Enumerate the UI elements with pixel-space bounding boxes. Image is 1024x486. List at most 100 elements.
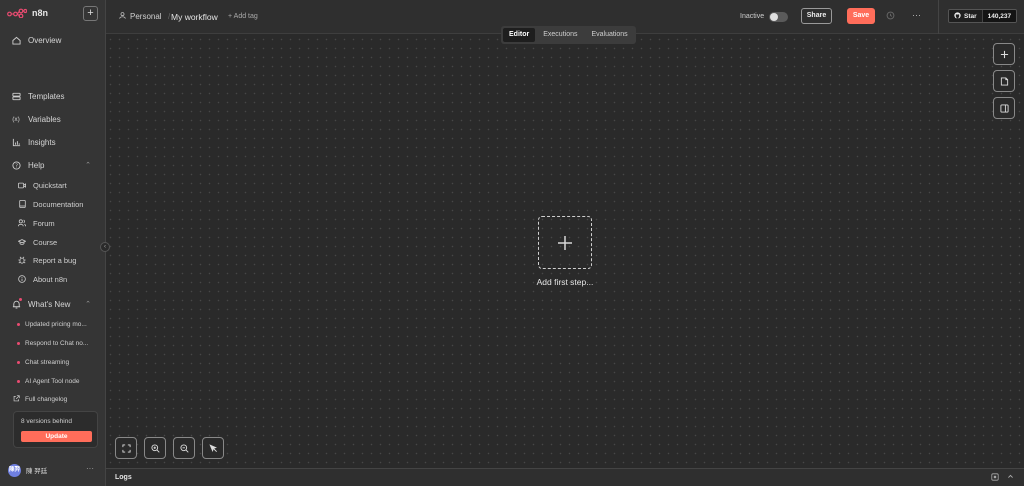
canvas-right-toolbar [993, 43, 1015, 119]
news-item-label: Updated pricing mo... [25, 320, 87, 328]
divider [938, 0, 939, 34]
user-more-icon[interactable]: ··· [86, 464, 94, 473]
help-item-quickstart[interactable]: Quickstart [18, 179, 67, 191]
help-item-label: Report a bug [33, 255, 77, 265]
create-new-button[interactable]: + [83, 6, 98, 21]
help-item-about[interactable]: About n8n [18, 273, 67, 285]
active-toggle[interactable] [769, 12, 788, 22]
add-first-step-label: Add first step... [536, 277, 594, 287]
canvas-bottom-toolbar [115, 437, 224, 459]
sidebar-item-label: Insights [28, 137, 56, 147]
users-icon [18, 219, 26, 227]
news-item[interactable]: Respond to Chat no... [17, 338, 88, 348]
view-tabs: Editor Executions Evaluations [501, 26, 636, 44]
selection-mode-button[interactable] [202, 437, 224, 459]
sidebar-item-label: Overview [28, 35, 62, 45]
avatar: 陳羿 [8, 463, 21, 477]
tab-executions[interactable]: Executions [537, 28, 583, 42]
bug-icon [18, 256, 26, 264]
sidebar-item-whats-new[interactable]: What's New ⌃ [11, 298, 91, 310]
logs-actions [991, 473, 1014, 483]
popout-icon[interactable] [991, 473, 999, 483]
graduation-cap-icon [18, 238, 26, 246]
zoom-out-icon [179, 443, 189, 453]
sidebar: n8n + Overview Templates (x) Variables I… [0, 0, 106, 486]
tab-evaluations[interactable]: Evaluations [585, 28, 633, 42]
add-node-button[interactable] [993, 43, 1015, 65]
sidebar-item-help[interactable]: ? Help ⌃ [11, 159, 91, 171]
workflow-name[interactable]: My workflow [171, 12, 218, 22]
help-item-documentation[interactable]: Documentation [18, 198, 83, 210]
n8n-logo-icon [7, 8, 27, 18]
update-button[interactable]: Update [21, 431, 92, 442]
svg-text:?: ? [15, 163, 18, 169]
breadcrumb-project[interactable]: Personal [119, 12, 162, 21]
help-item-label: Documentation [33, 199, 84, 209]
brand-logo[interactable]: n8n [7, 8, 48, 18]
chevron-up-icon: ⌃ [85, 162, 91, 169]
zoom-in-button[interactable] [144, 437, 166, 459]
sidebar-item-templates[interactable]: Templates [11, 90, 64, 102]
book-icon [18, 200, 26, 208]
github-star: Star [949, 10, 982, 22]
save-button[interactable]: Save [847, 8, 875, 24]
user-name: 陳 羿廷 [26, 468, 48, 475]
news-item[interactable]: Chat streaming [17, 357, 69, 367]
news-item[interactable]: Updated pricing mo... [17, 319, 87, 329]
sidebar-item-label: Templates [28, 91, 65, 101]
news-item-label: AI Agent Tool node [25, 377, 80, 385]
sidebar-item-label: What's New [28, 299, 71, 309]
sidebar-item-label: Variables [28, 114, 61, 124]
history-icon[interactable] [886, 11, 895, 22]
full-changelog-link[interactable]: Full changelog [13, 394, 67, 404]
github-icon [954, 11, 961, 21]
chevron-up-icon: ⌃ [85, 301, 91, 308]
help-item-report-bug[interactable]: Report a bug [18, 254, 76, 266]
home-icon [11, 35, 21, 45]
github-star-count: 140,237 [981, 10, 1017, 22]
new-dot-icon [17, 322, 20, 326]
variables-icon: (x) [12, 115, 20, 123]
add-first-step-button[interactable] [538, 216, 592, 269]
tab-editor[interactable]: Editor [503, 28, 536, 42]
sidebar-item-label: Help [28, 160, 45, 170]
sidebar-item-overview[interactable]: Overview [11, 34, 61, 46]
sticky-note-button[interactable] [993, 70, 1015, 92]
more-options-button[interactable]: ··· [912, 10, 921, 20]
user-menu[interactable]: 陳羿 陳 羿廷 ··· [8, 462, 98, 478]
sidebar-item-variables[interactable]: (x) Variables [11, 113, 61, 125]
insights-icon [11, 137, 21, 147]
add-tag-button[interactable]: + Add tag [228, 13, 258, 20]
workflow-canvas[interactable]: Editor Executions Evaluations Add first … [106, 26, 1024, 468]
help-item-forum[interactable]: Forum [18, 217, 55, 229]
changelog-label: Full changelog [25, 395, 68, 403]
news-item-label: Respond to Chat no... [25, 339, 89, 347]
chevron-up-icon[interactable] [1007, 473, 1014, 483]
sticky-note-icon [1000, 76, 1008, 86]
video-icon [18, 181, 26, 189]
zoom-out-button[interactable] [173, 437, 195, 459]
plus-icon [558, 235, 572, 250]
update-notice: 8 versions behind Update [13, 411, 98, 448]
user-icon [119, 12, 126, 21]
news-item[interactable]: AI Agent Tool node [17, 376, 79, 386]
brand-name: n8n [32, 8, 49, 18]
help-item-course[interactable]: Course [18, 236, 57, 248]
github-star-button[interactable]: Star 140,237 [948, 9, 1018, 23]
toggle-panel-button[interactable] [993, 97, 1015, 119]
plus-icon [1000, 50, 1008, 58]
external-link-icon [13, 394, 20, 404]
logs-panel-bar[interactable]: Logs [106, 468, 1024, 486]
fit-view-button[interactable] [115, 437, 137, 459]
breadcrumb-project-label: Personal [130, 12, 162, 21]
fit-view-icon [121, 443, 131, 453]
breadcrumb-separator: / [168, 12, 171, 21]
help-item-label: Quickstart [33, 180, 67, 190]
share-button[interactable]: Share [801, 8, 832, 24]
github-star-label: Star [964, 12, 977, 20]
zoom-in-icon [150, 443, 160, 453]
new-dot-icon [17, 360, 20, 364]
versions-behind-text: 8 versions behind [21, 418, 72, 425]
sidebar-item-insights[interactable]: Insights [11, 136, 56, 148]
sidebar-collapse-button[interactable]: ‹ [100, 242, 110, 252]
